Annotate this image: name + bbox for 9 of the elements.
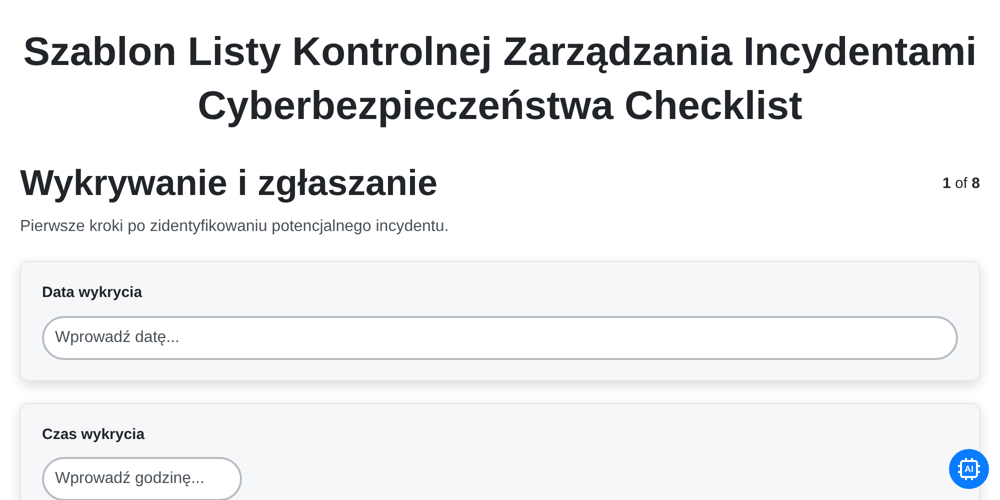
step-counter: 1 of 8: [942, 174, 980, 194]
text-input[interactable]: Wprowadź godzinę...: [42, 457, 242, 500]
chip-icon: [957, 457, 981, 481]
section-heading: Wykrywanie i zgłaszanie: [20, 161, 438, 205]
text-input[interactable]: Wprowadź datę...: [42, 316, 958, 360]
field-label: Data wykrycia: [42, 283, 144, 303]
field-label: Czas wykrycia: [42, 424, 146, 444]
page-title: Szablon Listy Kontrolnej Zarządzania Incydentami Cyberbezpieczeństwa Checklist: [22, 29, 978, 130]
section-description: Pierwsze kroki po zidentyfikowaniu potencjalnego incydentu.: [20, 217, 450, 237]
